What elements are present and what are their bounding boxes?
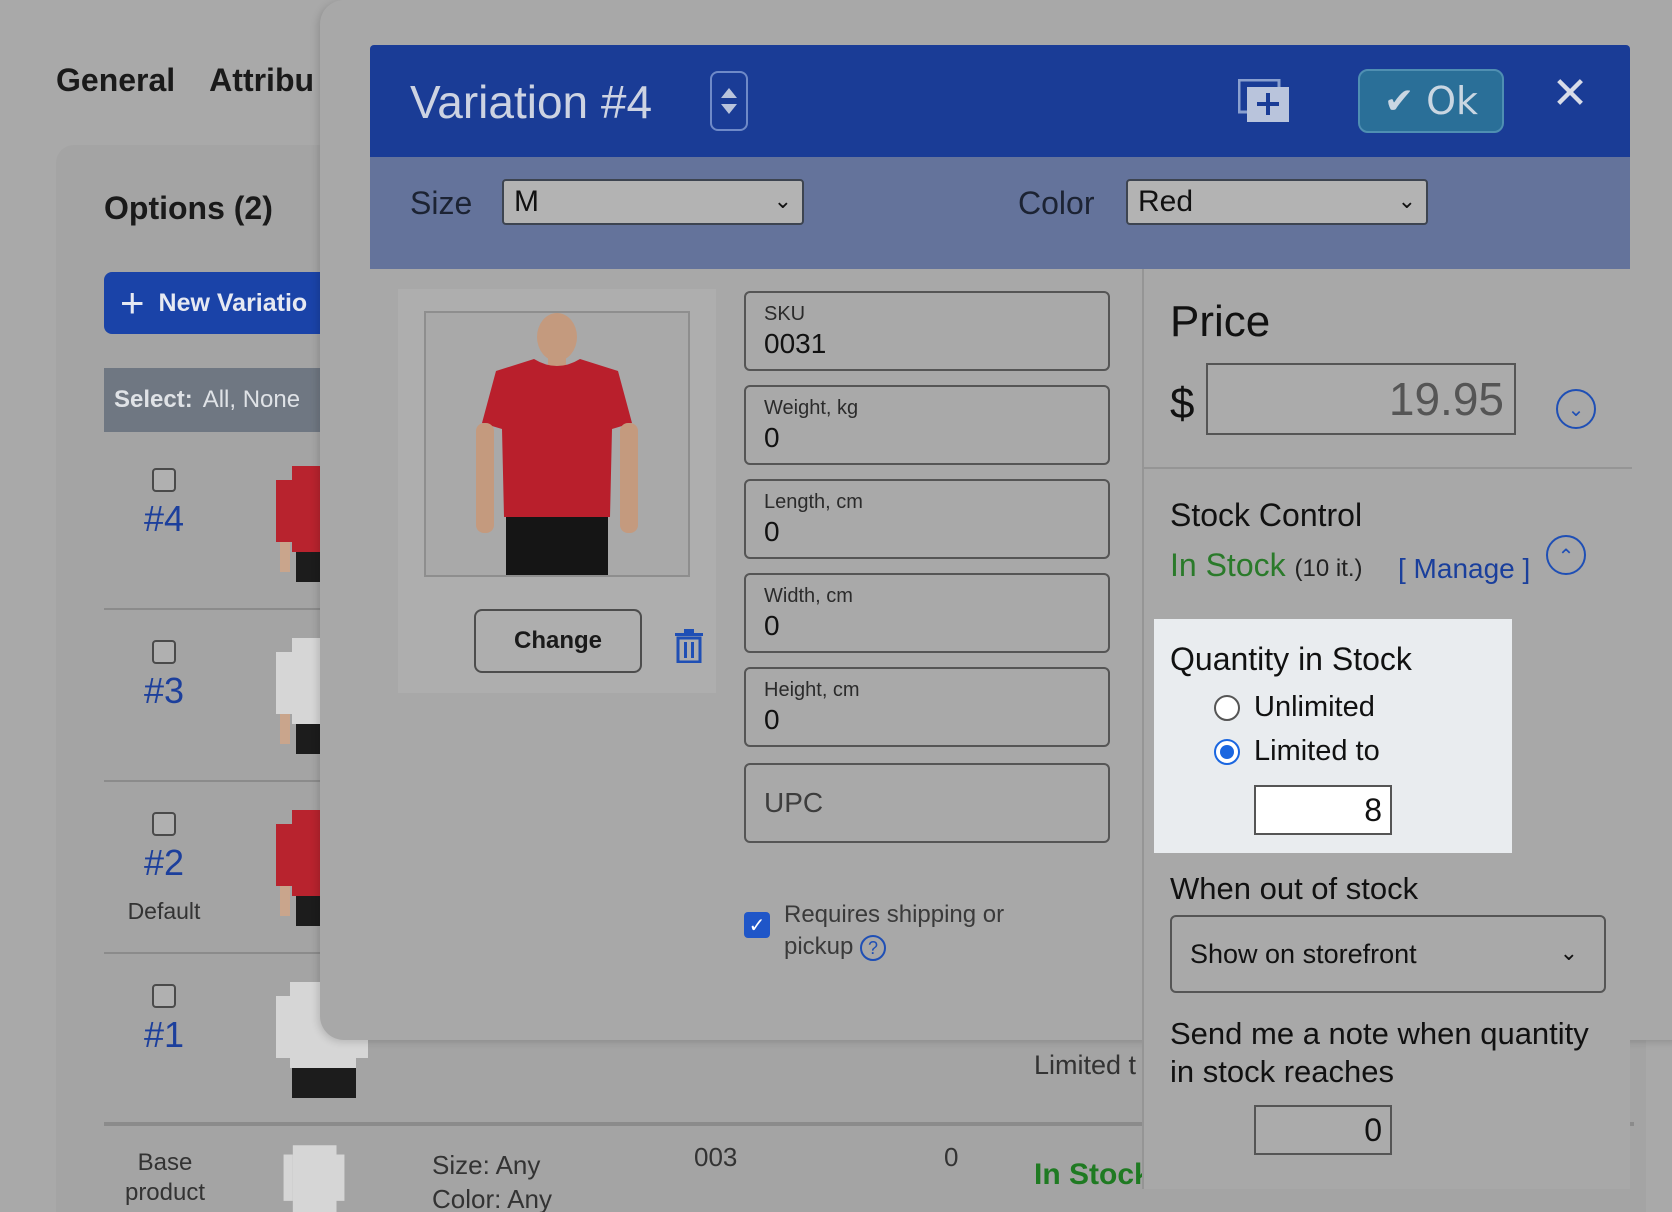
width-value: 0: [764, 610, 780, 641]
limited-quantity-input[interactable]: 8: [1254, 785, 1392, 835]
base-size: Size: Any: [432, 1150, 541, 1180]
base-product-attributes: Size: Any Color: Any: [432, 1148, 552, 1212]
checkmark-icon: ✔: [1383, 80, 1415, 122]
base-color: Color: Any: [432, 1184, 552, 1212]
attribute-bar: Size M ⌄ Color Red ⌄: [370, 157, 1630, 269]
default-label: Default: [127, 898, 201, 924]
help-icon[interactable]: ?: [860, 934, 887, 961]
width-label: Width, cm: [764, 585, 853, 607]
length-value: 0: [764, 516, 780, 547]
ok-button[interactable]: ✔ Ok: [1358, 69, 1504, 133]
price-input[interactable]: 19.95: [1206, 363, 1516, 435]
stock-note-input[interactable]: 0: [1254, 1105, 1392, 1155]
height-value: 0: [764, 704, 780, 735]
base-stock-status: In Stock: [1034, 1158, 1151, 1191]
color-select[interactable]: Red ⌄: [1126, 179, 1428, 225]
length-label: Length, cm: [764, 491, 863, 513]
red-tshirt-photo: [476, 313, 638, 575]
manage-link[interactable]: [ Manage ]: [1398, 553, 1530, 585]
stock-note-label: Send me a note when quantity in stock re…: [1170, 1016, 1589, 1089]
variation-image: [424, 311, 690, 577]
plus-icon: +: [120, 279, 145, 326]
background-tabs: General Attribu: [56, 62, 314, 99]
image-panel: Change: [398, 289, 716, 693]
change-image-button[interactable]: Change: [474, 609, 642, 673]
row-checkbox[interactable]: [152, 984, 176, 1008]
base-sku: 003: [694, 1142, 738, 1172]
price-stock-panel: Price $ 19.95 ⌄ Stock Control In Stock (…: [1142, 269, 1632, 1189]
variation-number[interactable]: #2: [104, 842, 224, 884]
variation-number[interactable]: #3: [104, 670, 224, 712]
quantity-title: Quantity in Stock: [1170, 641, 1412, 677]
unlimited-option[interactable]: Unlimited: [1214, 691, 1375, 724]
modal-header: Variation #4 ✔ Ok ✕: [370, 45, 1630, 157]
duplicate-icon[interactable]: [1238, 79, 1290, 123]
unlimited-radio[interactable]: [1214, 694, 1240, 721]
upc-placeholder: UPC: [764, 787, 824, 818]
currency-symbol: $: [1170, 379, 1195, 428]
height-label: Height, cm: [764, 679, 860, 701]
color-value: Red: [1138, 185, 1194, 218]
up-arrow-icon[interactable]: [721, 88, 737, 98]
stock-count: (10 it.): [1294, 555, 1363, 582]
limited-option[interactable]: Limited to: [1214, 735, 1380, 768]
tab-general[interactable]: General: [56, 62, 175, 99]
limited-label: Limited to: [1254, 735, 1380, 767]
row-checkbox[interactable]: [152, 468, 176, 492]
out-of-stock-value: Show on storefront: [1190, 939, 1417, 969]
weight-label: Weight, kg: [764, 397, 859, 419]
price-title: Price: [1170, 297, 1271, 346]
weight-field[interactable]: Weight, kg 0: [744, 385, 1110, 465]
length-field[interactable]: Length, cm 0: [744, 479, 1110, 559]
trash-icon[interactable]: [674, 629, 704, 663]
sku-value: 0031: [764, 328, 827, 359]
sku-label: SKU: [764, 303, 806, 325]
down-arrow-icon[interactable]: [721, 104, 737, 114]
base-product-label: Base product: [124, 1149, 206, 1206]
chevron-down-icon: ⌄: [1397, 189, 1416, 214]
size-select[interactable]: M ⌄: [502, 179, 804, 225]
row-checkbox[interactable]: [152, 812, 176, 836]
color-label: Color: [1018, 185, 1095, 221]
new-variation-label: New Variatio: [158, 288, 308, 317]
select-options[interactable]: All, None: [203, 386, 300, 414]
stock-status: In Stock (10 it.): [1170, 547, 1363, 584]
requires-shipping-checkbox[interactable]: ✓: [744, 912, 770, 938]
sku-field[interactable]: SKU 0031: [744, 291, 1110, 371]
limited-radio[interactable]: [1214, 738, 1240, 765]
out-of-stock-select[interactable]: Show on storefront ⌄: [1170, 915, 1606, 993]
modal-title: Variation #4: [410, 76, 653, 128]
limited-text: Limited t: [1034, 1050, 1137, 1080]
height-field[interactable]: Height, cm 0: [744, 667, 1110, 747]
out-of-stock-title: When out of stock: [1170, 871, 1419, 906]
chevron-down-icon[interactable]: ⌄: [1556, 389, 1596, 429]
upc-field[interactable]: UPC: [744, 763, 1110, 843]
chevron-down-icon: ⌄: [1559, 941, 1578, 966]
white-shirt-thumbnail: [283, 1145, 345, 1212]
base-qty: 0: [944, 1142, 959, 1172]
close-icon[interactable]: ✕: [1548, 67, 1592, 121]
requires-shipping-text: Requires shipping or pickup: [784, 901, 1005, 960]
select-label: Select:: [114, 386, 193, 413]
size-value: M: [514, 185, 539, 218]
options-title: Options (2): [104, 190, 273, 226]
variation-number[interactable]: #1: [104, 1014, 224, 1056]
variation-spinner[interactable]: [710, 71, 748, 131]
chevron-up-icon[interactable]: ⌃: [1546, 535, 1586, 575]
price-divider: [1144, 467, 1632, 469]
variation-number[interactable]: #4: [104, 498, 224, 540]
row-checkbox[interactable]: [152, 640, 176, 664]
stock-status-text: In Stock: [1170, 547, 1286, 583]
size-label: Size: [410, 185, 473, 221]
stock-control-title: Stock Control: [1170, 497, 1363, 533]
quantity-in-stock-box: Quantity in Stock Unlimited Limited to 8: [1154, 619, 1512, 853]
weight-value: 0: [764, 422, 780, 453]
width-field[interactable]: Width, cm 0: [744, 573, 1110, 653]
unlimited-label: Unlimited: [1254, 691, 1375, 723]
chevron-down-icon: ⌄: [773, 189, 792, 214]
tab-attributes[interactable]: Attribu: [209, 62, 314, 99]
requires-shipping-label: Requires shipping or pickup ?: [784, 899, 1024, 963]
ok-label: Ok: [1426, 79, 1479, 123]
